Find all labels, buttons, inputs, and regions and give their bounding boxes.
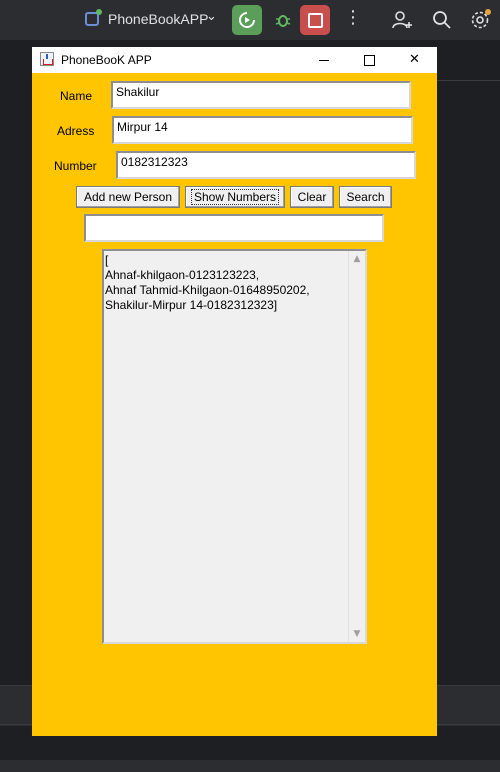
scroll-up-icon[interactable]: ▲ [349,251,365,267]
stop-icon [308,13,323,28]
ide-toolbar: PhoneBookAPP ⌄ ⋮ [0,0,500,40]
settings-icon[interactable] [468,8,492,32]
search-button[interactable]: Search [339,186,392,208]
output-textarea[interactable]: [ Ahnaf-khilgaon-0123123223, Ahnaf Tahmi… [102,249,367,644]
search-label: Search [346,190,385,204]
output-text: [ Ahnaf-khilgaon-0123123223, Ahnaf Tahmi… [105,253,310,312]
stop-button[interactable] [300,5,330,35]
name-field[interactable]: Shakilur [111,81,411,109]
run-icon [239,12,255,28]
window-titlebar[interactable]: PhoneBooK APP ✕ [32,47,437,73]
scroll-down-icon[interactable]: ▼ [349,626,365,642]
name-label: Name [60,89,93,103]
vertical-scrollbar[interactable]: ▲ ▼ [348,251,365,642]
address-field[interactable]: Mirpur 14 [112,116,413,144]
number-field[interactable]: 0182312323 [116,151,416,179]
add-person-button[interactable]: Add new Person [76,186,180,208]
clear-label: Clear [297,190,327,204]
chevron-down-icon[interactable]: ⌄ [206,9,217,24]
window-title: PhoneBooK APP [61,53,152,67]
project-status-dot [96,9,102,15]
debug-icon [275,15,291,27]
show-numbers-label: Show Numbers [190,189,280,205]
add-user-icon[interactable] [390,8,414,32]
phonebook-window: PhoneBooK APP ✕ Name Shakilur Adress Mir… [32,47,437,736]
java-icon [40,52,54,66]
project-name[interactable]: PhoneBookAPP [108,11,208,27]
close-button[interactable]: ✕ [392,47,437,73]
search-field[interactable] [84,214,384,242]
debug-button[interactable] [268,5,298,35]
more-icon[interactable]: ⋮ [344,7,362,29]
add-person-label: Add new Person [83,190,173,204]
address-label: Adress [57,124,95,138]
rerun-button[interactable] [232,5,262,35]
number-label: Number [54,159,97,173]
clear-button[interactable]: Clear [290,186,334,208]
ide-status-bar [0,760,500,772]
minimize-button[interactable] [302,47,347,73]
search-icon[interactable] [430,8,454,32]
maximize-button[interactable] [347,47,392,73]
divider [436,80,500,81]
show-numbers-button[interactable]: Show Numbers [185,186,285,208]
